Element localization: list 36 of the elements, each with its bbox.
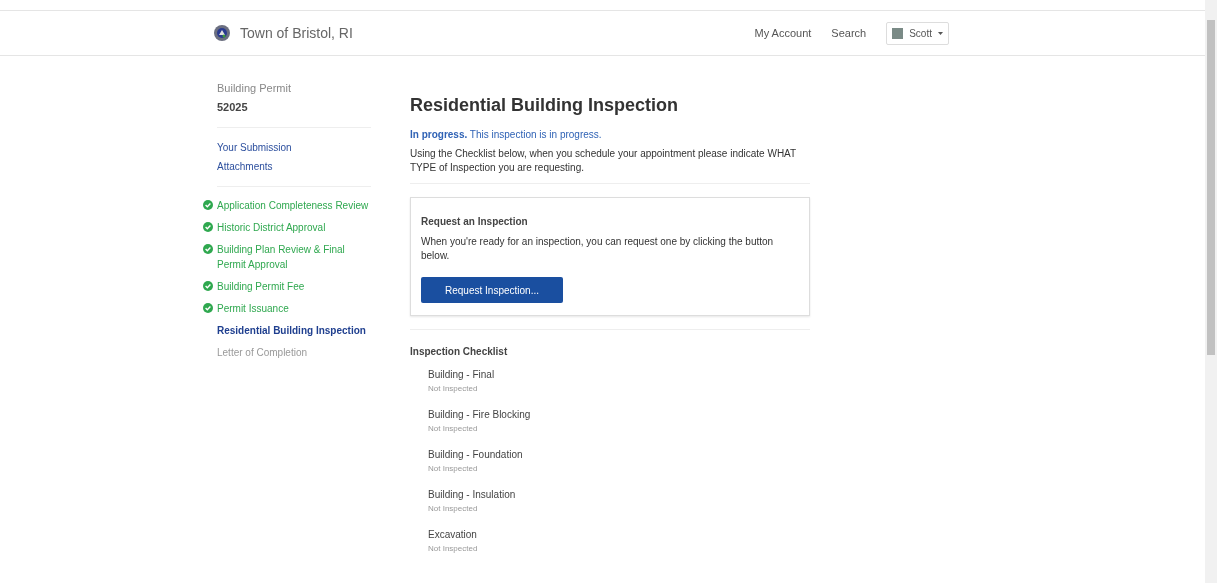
checklist-item-name: Building - Foundation bbox=[428, 448, 524, 462]
user-name: Scott bbox=[909, 26, 932, 41]
checklist-item-name: Building - Fire Blocking bbox=[428, 408, 532, 422]
check-circle-icon bbox=[203, 281, 213, 291]
sidebar-link[interactable]: Your Submission bbox=[217, 140, 371, 155]
checklist-item-name: Building - Final bbox=[428, 368, 496, 382]
instructions-text: Using the Checklist below, when you schedule your appointment please indicate WHAT TYPE of Inspection you are requesting. bbox=[410, 147, 797, 175]
sidebar-link[interactable]: Attachments bbox=[217, 159, 371, 174]
check-circle-icon bbox=[203, 303, 213, 313]
checklist-item-name: Building - Insulation bbox=[428, 488, 517, 502]
site-title[interactable]: Town of Bristol, RI bbox=[240, 22, 353, 44]
status-text: In progress. This inspection is in progress. bbox=[410, 128, 603, 142]
checklist-item-status: Not Inspected bbox=[428, 503, 479, 515]
request-inspection-button[interactable]: Request Inspection... bbox=[421, 277, 563, 303]
check-circle-icon bbox=[203, 244, 213, 254]
checklist-item-status: Not Inspected bbox=[428, 423, 479, 435]
card-text: When you're ready for an inspection, you can request one by clicking the button below. bbox=[421, 235, 775, 263]
checklist-item-status: Not Inspected bbox=[428, 543, 479, 555]
checklist-title: Inspection Checklist bbox=[410, 345, 509, 359]
card-title: Request an Inspection bbox=[421, 215, 529, 229]
caret-icon bbox=[938, 31, 943, 35]
page-title: Residential Building Inspection bbox=[410, 94, 680, 117]
checklist-item-name: Excavation bbox=[428, 528, 478, 542]
town-seal-icon bbox=[214, 25, 230, 41]
nav-link[interactable]: My Account bbox=[754, 24, 812, 42]
check-circle-icon bbox=[203, 200, 213, 210]
check-circle-icon bbox=[203, 222, 213, 232]
scrollbar[interactable] bbox=[1205, 0, 1217, 583]
record-type: Building Permit bbox=[217, 81, 292, 96]
user-menu-button[interactable]: Scott bbox=[886, 21, 949, 45]
user-avatar bbox=[892, 27, 904, 39]
checklist-item-status: Not Inspected bbox=[428, 463, 479, 475]
checklist-item-status: Not Inspected bbox=[428, 383, 479, 395]
nav-link[interactable]: Search bbox=[831, 24, 867, 42]
step-link[interactable]: Residential Building Inspection bbox=[217, 323, 366, 338]
record-number: 52025 bbox=[217, 99, 249, 115]
